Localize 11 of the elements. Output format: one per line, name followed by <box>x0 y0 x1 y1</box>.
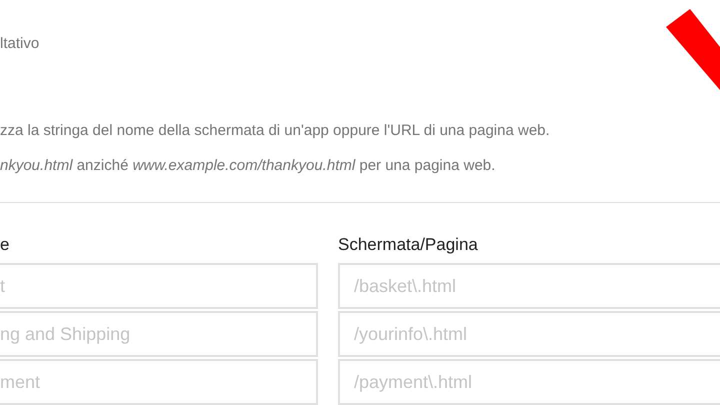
help-text: nkyou.html anziché www.example.com/thankyou.html per una pagina web. <box>0 156 496 176</box>
help-text: zza la stringa del nome della schermata di un'app oppure l'URL di una pagina web. <box>0 121 550 141</box>
column-heading: Schermata/Pagina <box>338 234 478 256</box>
input-field[interactable]: /yourinfo\.html <box>338 311 720 357</box>
optional-label: ltativo <box>0 34 40 54</box>
input-field[interactable]: t <box>0 263 318 309</box>
input-field[interactable]: /basket\.html <box>338 263 720 309</box>
column-heading: e <box>0 234 10 256</box>
input-field[interactable]: ment <box>0 359 318 405</box>
input-field[interactable]: /payment\.html <box>338 359 720 405</box>
input-field[interactable]: ng and Shipping <box>0 311 318 357</box>
